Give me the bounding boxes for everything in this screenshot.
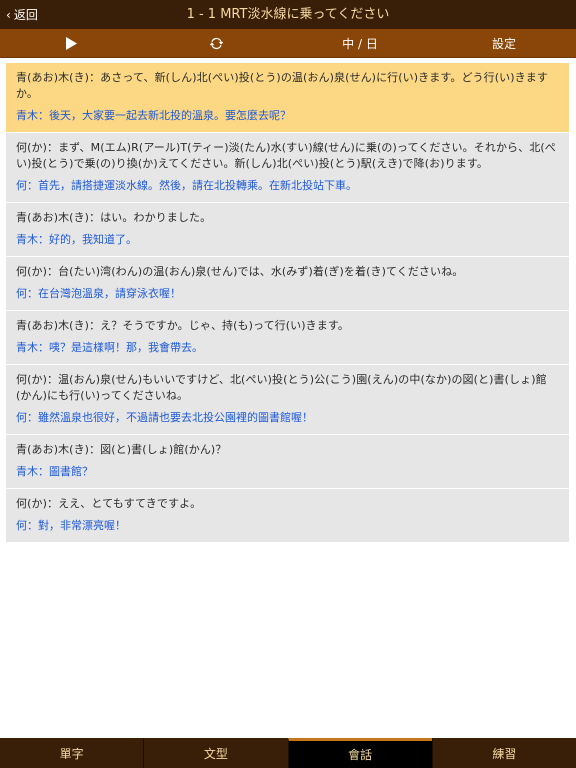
japanese-line: 青(あお)木(き)：はい。わかりました。 bbox=[16, 211, 212, 224]
dialogue-row[interactable]: 何(か)：ええ、とてもすてきですよ。 何：對，非常漂亮喔！ bbox=[6, 489, 569, 543]
play-button[interactable] bbox=[56, 29, 86, 57]
dialogue-row[interactable]: 青(あお)木(き)：え？そうですか。じゃ、持(も)って行(い)きます。 青木：咦… bbox=[6, 311, 569, 365]
tab-practice[interactable]: 練習 bbox=[431, 738, 576, 768]
refresh-icon bbox=[209, 37, 223, 49]
app-screen: ‹ 返回 1 - 1 MRT淡水線に乗ってください 中 / 日 設定 青(あお)… bbox=[0, 0, 576, 768]
navigation-bar: ‹ 返回 1 - 1 MRT淡水線に乗ってください bbox=[0, 0, 576, 29]
chinese-translation: 何：在台灣泡溫泉，請穿泳衣喔！ bbox=[16, 287, 181, 300]
page-title: 1 - 1 MRT淡水線に乗ってください bbox=[186, 7, 390, 22]
japanese-line: 青(あお)木(き)：え？そうですか。じゃ、持(も)って行(い)きます。 bbox=[16, 319, 349, 332]
settings-button[interactable]: 設定 bbox=[474, 29, 534, 57]
back-label: 返回 bbox=[13, 8, 38, 22]
chinese-translation: 何：雖然溫泉也很好，不過請也要去北投公園裡的圖書館喔！ bbox=[16, 411, 313, 424]
chinese-translation: 何：對，非常漂亮喔！ bbox=[16, 519, 126, 532]
play-icon bbox=[66, 36, 77, 50]
japanese-line: 何(か)：ええ、とてもすてきですよ。 bbox=[16, 497, 202, 510]
japanese-line: 何(か)：まず、M(エム)R(アール)T(ティー)淡(たん)水(すい)線(せん)… bbox=[16, 141, 556, 170]
japanese-line: 何(か)：台(たい)湾(わん)の温(おん)泉(せん)では、水(みず)着(ぎ)を着… bbox=[16, 265, 464, 278]
japanese-line: 青(あお)木(き)：あさって、新(しん)北(ぺい)投(とう)の温(おん)泉(せん… bbox=[16, 71, 548, 100]
chinese-translation: 青木：咦？是這樣啊！那，我會帶去。 bbox=[16, 341, 203, 354]
tab-conversation[interactable]: 會話 bbox=[287, 738, 432, 768]
tab-vocabulary[interactable]: 單字 bbox=[0, 738, 143, 768]
dialogue-row[interactable]: 何(か)：台(たい)湾(わん)の温(おん)泉(せん)では、水(みず)着(ぎ)を着… bbox=[6, 257, 569, 311]
back-button[interactable]: ‹ 返回 bbox=[6, 0, 38, 29]
chinese-translation: 青木：好的，我知道了。 bbox=[16, 233, 137, 246]
dialogue-row[interactable]: 青(あお)木(き)：あさって、新(しん)北(ぺい)投(とう)の温(おん)泉(せん… bbox=[6, 63, 569, 133]
chevron-left-icon: ‹ bbox=[6, 7, 11, 22]
chinese-translation: 青木：圖書館？ bbox=[16, 465, 93, 478]
dialogue-row[interactable]: 青(あお)木(き)：図(と)書(しょ)館(かん)？ 青木：圖書館？ bbox=[6, 435, 569, 489]
japanese-line: 何(か)：温(おん)泉(せん)もいいですけど、北(ぺい)投(とう)公(こう)園(… bbox=[16, 373, 547, 402]
japanese-line: 青(あお)木(き)：図(と)書(しょ)館(かん)？ bbox=[16, 443, 227, 456]
chinese-translation: 何：首先，請搭捷運淡水線。然後，請在北投轉乘。在新北投站下車。 bbox=[16, 179, 357, 192]
dialogue-list: 青(あお)木(き)：あさって、新(しん)北(ぺい)投(とう)の温(おん)泉(せん… bbox=[6, 63, 569, 543]
bottom-tab-bar: 單字 文型 會話 練習 bbox=[0, 738, 576, 768]
language-toggle-button[interactable]: 中 / 日 bbox=[330, 29, 390, 57]
refresh-button[interactable] bbox=[201, 29, 231, 57]
dialogue-row[interactable]: 何(か)：温(おん)泉(せん)もいいですけど、北(ぺい)投(とう)公(こう)園(… bbox=[6, 365, 569, 435]
tab-sentence-patterns[interactable]: 文型 bbox=[143, 738, 287, 768]
dialogue-row[interactable]: 何(か)：まず、M(エム)R(アール)T(ティー)淡(たん)水(すい)線(せん)… bbox=[6, 133, 569, 203]
chinese-translation: 青木：後天，大家要一起去新北投的溫泉。要怎麼去呢？ bbox=[16, 109, 291, 122]
toolbar: 中 / 日 設定 bbox=[0, 29, 576, 58]
dialogue-row[interactable]: 青(あお)木(き)：はい。わかりました。 青木：好的，我知道了。 bbox=[6, 203, 569, 257]
